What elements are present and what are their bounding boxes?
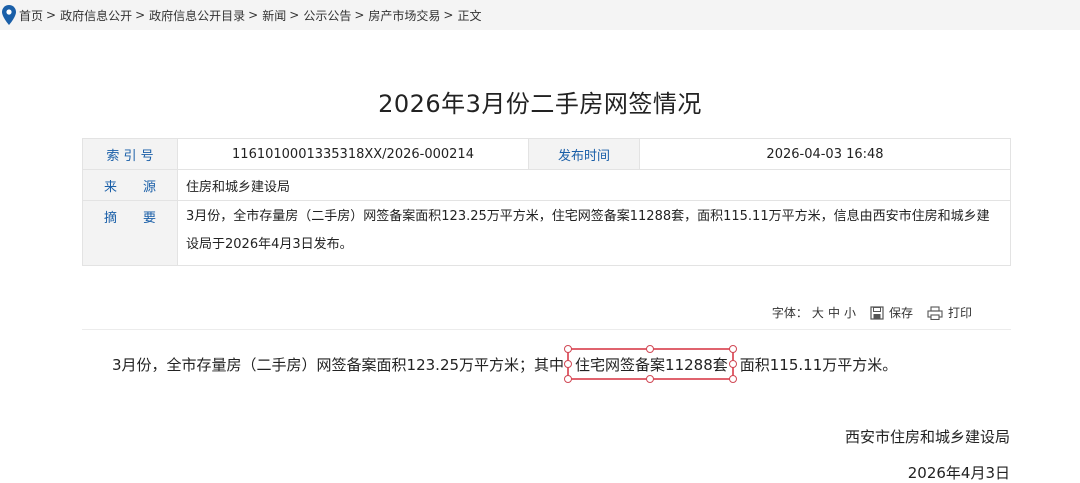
resize-handle[interactable] xyxy=(646,375,655,383)
print-label: 打印 xyxy=(947,306,972,320)
save-button[interactable]: 保存 xyxy=(870,304,913,321)
publish-date: 2026年4月3日 xyxy=(907,464,1010,482)
resize-handle[interactable] xyxy=(728,345,737,353)
resize-handle[interactable] xyxy=(728,360,737,368)
font-size-medium-button[interactable]: 中 xyxy=(828,304,840,321)
save-label: 保存 xyxy=(888,306,913,320)
breadcrumb-separator: > xyxy=(46,8,57,22)
resize-handle[interactable] xyxy=(564,360,573,368)
font-size-large-button[interactable]: 大 xyxy=(812,304,824,321)
highlighted-text: 住宅网签备案11288套 xyxy=(575,356,728,374)
source-value: 住房和城乡建设局 xyxy=(177,169,1011,201)
breadcrumb: 首页 > 政府信息公开 > 政府信息公开目录 > 新闻 > 公示公告 > 房产市场交易 > … xyxy=(0,0,1080,30)
publish-time-value: 2026-04-03 16:48 xyxy=(639,138,1011,170)
resize-handle[interactable] xyxy=(646,345,655,353)
table-row: 来 源 住房和城乡建设局 xyxy=(82,169,1011,201)
print-button[interactable]: 打印 xyxy=(927,304,972,321)
table-row: 摘 要 3月份，全市存量房（二手房）网签备案面积123.25万平方米，住宅网签备… xyxy=(82,200,1011,266)
breadcrumb-current: 正文 xyxy=(457,8,482,23)
printer-icon xyxy=(927,305,943,320)
article-body: 3月份，全市存量房（二手房）网签备案面积123.25万平方米；其中 住宅网签备案1… xyxy=(112,345,898,383)
breadcrumb-separator: > xyxy=(354,8,365,22)
breadcrumb-announcements[interactable]: 公示公告 xyxy=(303,7,351,24)
breadcrumb-news[interactable]: 新闻 xyxy=(262,7,286,24)
font-size-small-button[interactable]: 小 xyxy=(844,304,856,321)
signature: 西安市住房和城乡建设局 xyxy=(844,428,1010,446)
body-text-after: 面积115.11万平方米。 xyxy=(739,356,898,374)
breadcrumb-real-estate[interactable]: 房产市场交易 xyxy=(368,7,440,24)
resize-handle[interactable] xyxy=(564,375,573,383)
breadcrumb-separator: > xyxy=(248,8,259,22)
breadcrumb-separator: > xyxy=(135,8,146,22)
summary-label: 摘 要 xyxy=(82,200,178,266)
index-value: 1161010001335318XX/2026-000214 xyxy=(177,138,529,170)
breadcrumb-home[interactable]: 首页 xyxy=(19,7,43,24)
breadcrumb-separator: > xyxy=(289,8,300,22)
summary-value: 3月份，全市存量房（二手房）网签备案面积123.25万平方米，住宅网签备案112… xyxy=(177,200,1011,266)
breadcrumb-separator: > xyxy=(443,8,454,22)
highlight-annotation[interactable]: 住宅网签备案11288套 xyxy=(564,345,737,383)
save-icon xyxy=(870,305,884,320)
font-size-label: 字体： xyxy=(771,306,808,320)
location-pin-icon xyxy=(2,5,16,25)
metadata-table: 索 引 号 1161010001335318XX/2026-000214 发布时… xyxy=(82,138,1011,266)
page-title: 2026年3月份二手房网签情况 xyxy=(378,90,702,118)
body-text-before: 3月份，全市存量房（二手房）网签备案面积123.25万平方米；其中 xyxy=(112,356,565,374)
breadcrumb-gov-info-catalog[interactable]: 政府信息公开目录 xyxy=(149,7,245,24)
index-label: 索 引 号 xyxy=(82,138,178,170)
table-row: 索 引 号 1161010001335318XX/2026-000214 发布时… xyxy=(82,138,1011,170)
divider xyxy=(82,329,1011,330)
publish-time-label: 发布时间 xyxy=(528,138,640,170)
breadcrumb-gov-info[interactable]: 政府信息公开 xyxy=(60,7,132,24)
resize-handle[interactable] xyxy=(728,375,737,383)
article-tools: 字体： 大 中 小 保存 打印 xyxy=(772,304,972,321)
resize-handle[interactable] xyxy=(564,345,573,353)
source-label: 来 源 xyxy=(82,169,178,201)
